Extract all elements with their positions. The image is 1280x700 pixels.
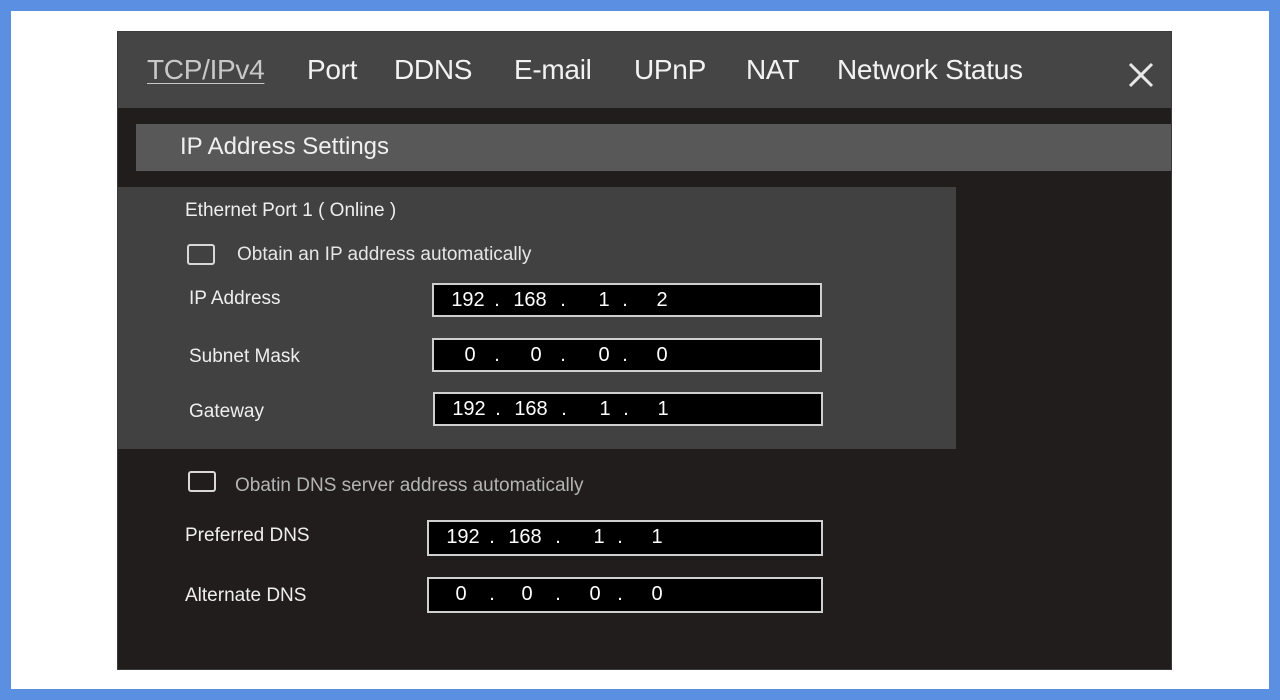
ip-octet-4: 2 (656, 289, 668, 311)
subnet-octet-2: 0 (530, 344, 542, 366)
gateway-octet-1: 192 (452, 398, 486, 420)
subnet-mask-label: Subnet Mask (189, 346, 300, 367)
ip-octet-2: 168 (513, 289, 547, 311)
gateway-label: Gateway (189, 401, 264, 422)
ip-octet-1: 192 (451, 289, 485, 311)
adns-octet-4: 0 (651, 583, 663, 605)
auto-ip-label: Obtain an IP address automatically (237, 244, 532, 265)
subnet-mask-input[interactable]: 0 . 0 . 0 . 0 (432, 338, 822, 372)
octet-separator: . (622, 344, 628, 366)
octet-separator: . (555, 583, 561, 605)
network-settings-window: TCP/IPv4 Port DDNS E-mail UPnP NAT Netwo… (117, 31, 1172, 670)
tab-port[interactable]: Port (307, 54, 357, 86)
tab-network-status[interactable]: Network Status (837, 54, 1023, 86)
auto-dns-checkbox[interactable] (188, 471, 216, 492)
octet-separator: . (622, 289, 628, 311)
pdns-octet-4: 1 (651, 526, 663, 548)
octet-separator: . (560, 289, 566, 311)
octet-separator: . (495, 398, 501, 420)
ip-address-label: IP Address (189, 288, 281, 309)
tab-email[interactable]: E-mail (514, 54, 592, 86)
tab-bar: TCP/IPv4 Port DDNS E-mail UPnP NAT Netwo… (118, 32, 1171, 108)
tab-ddns[interactable]: DDNS (394, 54, 472, 86)
adns-octet-3: 0 (589, 583, 601, 605)
ip-address-input[interactable]: 192 . 168 . 1 . 2 (432, 283, 822, 317)
auto-dns-label: Obatin DNS server address automatically (235, 475, 584, 496)
tab-nat[interactable]: NAT (746, 54, 799, 86)
octet-separator: . (489, 526, 495, 548)
subnet-octet-4: 0 (656, 344, 668, 366)
close-button[interactable] (1126, 60, 1156, 90)
alternate-dns-input[interactable]: 0 . 0 . 0 . 0 (427, 577, 823, 613)
section-title: IP Address Settings (180, 133, 390, 160)
octet-separator: . (561, 398, 567, 420)
close-icon (1128, 62, 1154, 88)
preferred-dns-label: Preferred DNS (185, 525, 310, 546)
octet-separator: . (560, 344, 566, 366)
pdns-octet-2: 168 (508, 526, 542, 548)
subnet-octet-1: 0 (464, 344, 476, 366)
octet-separator: . (494, 289, 500, 311)
tab-tcp-ipv4[interactable]: TCP/IPv4 (147, 54, 265, 86)
ethernet-port-label: Ethernet Port 1 ( Online ) (185, 200, 397, 221)
ip-address-settings-header: IP Address Settings (136, 124, 1171, 171)
octet-separator: . (494, 344, 500, 366)
adns-octet-2: 0 (521, 583, 533, 605)
octet-separator: . (623, 398, 629, 420)
alternate-dns-label: Alternate DNS (185, 585, 307, 606)
tab-upnp[interactable]: UPnP (634, 54, 706, 86)
gateway-octet-2: 168 (514, 398, 548, 420)
octet-separator: . (489, 583, 495, 605)
preferred-dns-input[interactable]: 192 . 168 . 1 . 1 (427, 520, 823, 556)
auto-ip-checkbox[interactable] (187, 244, 215, 265)
gateway-octet-4: 1 (657, 398, 669, 420)
adns-octet-1: 0 (455, 583, 467, 605)
octet-separator: . (617, 526, 623, 548)
octet-separator: . (555, 526, 561, 548)
pdns-octet-1: 192 (446, 526, 480, 548)
octet-separator: . (617, 583, 623, 605)
gateway-input[interactable]: 192 . 168 . 1 . 1 (433, 392, 823, 426)
